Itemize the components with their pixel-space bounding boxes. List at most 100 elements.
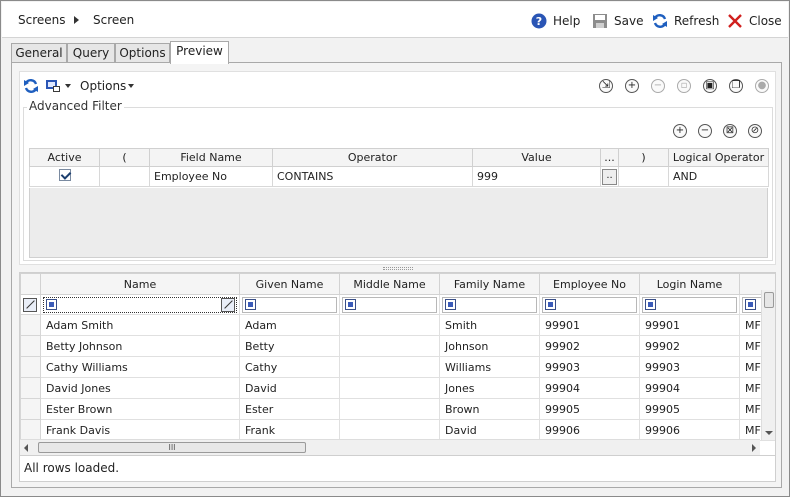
- filter-col-active[interactable]: Active: [29, 148, 100, 167]
- row-header[interactable]: [20, 335, 41, 357]
- filter-value-cell[interactable]: 999: [472, 166, 601, 187]
- grid-col-login-name[interactable]: Login Name: [639, 273, 740, 295]
- copy-icon[interactable]: ▣: [703, 79, 717, 93]
- row-header[interactable]: [20, 356, 41, 378]
- filter-col-value[interactable]: Value: [472, 148, 601, 167]
- cell-employee-no[interactable]: 99906: [539, 419, 640, 441]
- cell-given-name[interactable]: Frank: [239, 419, 340, 441]
- filter-col-open-paren[interactable]: (: [99, 148, 150, 167]
- filter-employee-no-cell[interactable]: [539, 294, 640, 315]
- row-header[interactable]: [20, 419, 41, 441]
- table-row[interactable]: Cathy Williams Cathy Williams 99903 9990…: [20, 356, 775, 378]
- filter-middle-name-cell[interactable]: [339, 294, 440, 315]
- filter-active-cell[interactable]: [29, 166, 100, 187]
- filter-field-name-cell[interactable]: Employee No: [149, 166, 273, 187]
- row-header[interactable]: [20, 314, 41, 336]
- filter-name-cell[interactable]: [40, 294, 240, 315]
- filter-family-name-cell[interactable]: [439, 294, 540, 315]
- cell-employee-no[interactable]: 99902: [539, 335, 640, 357]
- cell-family-name[interactable]: Brown: [439, 398, 540, 420]
- table-row[interactable]: David Jones David Jones 99904 99904 MF: [20, 377, 775, 399]
- cell-given-name[interactable]: Cathy: [239, 356, 340, 378]
- cell-login-name[interactable]: 99905: [639, 398, 740, 420]
- filter-col-field-name[interactable]: Field Name: [149, 148, 273, 167]
- filter-operator-cell[interactable]: CONTAINS: [272, 166, 473, 187]
- cell-given-name[interactable]: David: [239, 377, 340, 399]
- cell-middle-name[interactable]: [339, 314, 440, 336]
- scroll-right-icon[interactable]: [752, 444, 756, 452]
- filter-row[interactable]: Employee No CONTAINS 999 .. AND: [29, 166, 769, 187]
- cell-given-name[interactable]: Adam: [239, 314, 340, 336]
- cell-middle-name[interactable]: [339, 335, 440, 357]
- remove-filter-icon[interactable]: −: [698, 124, 712, 138]
- filter-logical-operator-cell[interactable]: AND: [668, 166, 769, 187]
- scroll-left-icon[interactable]: [24, 444, 28, 452]
- filter-active-checkbox[interactable]: [58, 169, 71, 181]
- row-header[interactable]: [20, 377, 41, 399]
- table-row[interactable]: Frank Davis Frank David 99906 99906 MF: [20, 419, 775, 441]
- apply-filter-icon[interactable]: ⊠: [723, 124, 737, 138]
- remove-row-icon[interactable]: −: [651, 79, 665, 93]
- clear-filter-icon[interactable]: ⊘: [748, 124, 762, 138]
- tab-query[interactable]: Query: [67, 43, 115, 63]
- cell-login-name[interactable]: 99902: [639, 335, 740, 357]
- cell-login-name[interactable]: 99906: [639, 419, 740, 441]
- cell-family-name[interactable]: Johnson: [439, 335, 540, 357]
- add-row-icon[interactable]: +: [625, 79, 639, 93]
- filter-col-ellipsis[interactable]: ...: [600, 148, 619, 167]
- table-row[interactable]: Betty Johnson Betty Johnson 99902 99902 …: [20, 335, 775, 357]
- user-icon[interactable]: ●: [755, 79, 769, 93]
- cell-family-name[interactable]: Smith: [439, 314, 540, 336]
- tab-options[interactable]: Options: [115, 43, 170, 63]
- cell-middle-name[interactable]: [339, 356, 440, 378]
- vertical-scrollbar[interactable]: [761, 290, 775, 440]
- filter-col-close-paren[interactable]: ): [618, 148, 669, 167]
- export-dropdown-icon[interactable]: [45, 78, 72, 94]
- cell-family-name[interactable]: Jones: [439, 377, 540, 399]
- value-picker-button[interactable]: ..: [602, 168, 617, 185]
- filter-close-paren-cell[interactable]: [618, 166, 669, 187]
- horizontal-scrollbar[interactable]: III: [20, 439, 760, 455]
- grid-col-employee-no[interactable]: Employee No: [539, 273, 640, 295]
- cell-login-name[interactable]: 99901: [639, 314, 740, 336]
- refresh-button[interactable]: Refresh: [652, 11, 719, 31]
- filter-operator-icon[interactable]: [745, 299, 756, 310]
- filter-col-operator[interactable]: Operator: [272, 148, 473, 167]
- cell-middle-name[interactable]: [339, 377, 440, 399]
- cell-employee-no[interactable]: 99903: [539, 356, 640, 378]
- grid-col-family-name[interactable]: Family Name: [439, 273, 540, 295]
- cell-employee-no[interactable]: 99904: [539, 377, 640, 399]
- edit-row-icon[interactable]: ▫: [677, 79, 691, 93]
- add-filter-icon[interactable]: +: [673, 124, 687, 138]
- save-button[interactable]: Save: [592, 11, 643, 31]
- expand-icon[interactable]: ⇲: [599, 79, 613, 93]
- vertical-scroll-thumb[interactable]: [764, 292, 774, 308]
- cell-given-name[interactable]: Ester: [239, 398, 340, 420]
- refresh-preview-icon[interactable]: [23, 78, 39, 94]
- duplicate-icon[interactable]: ❐: [729, 79, 743, 93]
- cell-given-name[interactable]: Betty: [239, 335, 340, 357]
- cell-name[interactable]: Cathy Williams: [40, 356, 240, 378]
- help-button[interactable]: ? Help: [531, 11, 580, 31]
- cell-name[interactable]: Frank Davis: [40, 419, 240, 441]
- cell-login-name[interactable]: 99903: [639, 356, 740, 378]
- grid-col-given-name[interactable]: Given Name: [239, 273, 340, 295]
- clear-filter-name-icon[interactable]: [221, 297, 235, 312]
- grid-col-name[interactable]: Name: [40, 273, 240, 295]
- cell-login-name[interactable]: 99904: [639, 377, 740, 399]
- close-button[interactable]: Close: [727, 11, 782, 31]
- tab-general[interactable]: General: [11, 43, 67, 63]
- filter-operator-icon[interactable]: [445, 299, 456, 310]
- cell-name[interactable]: Betty Johnson: [40, 335, 240, 357]
- filter-operator-icon[interactable]: [545, 299, 556, 310]
- breadcrumb-screens[interactable]: Screens: [18, 13, 66, 27]
- table-row[interactable]: Ester Brown Ester Brown 99905 99905 MF: [20, 398, 775, 420]
- options-menu[interactable]: Options: [80, 79, 135, 93]
- cell-name[interactable]: Adam Smith: [40, 314, 240, 336]
- filter-operator-icon[interactable]: [645, 299, 656, 310]
- cell-family-name[interactable]: David: [439, 419, 540, 441]
- filter-operator-icon[interactable]: [345, 299, 356, 310]
- cell-employee-no[interactable]: 99905: [539, 398, 640, 420]
- tab-preview[interactable]: Preview: [170, 41, 229, 64]
- cell-middle-name[interactable]: [339, 419, 440, 441]
